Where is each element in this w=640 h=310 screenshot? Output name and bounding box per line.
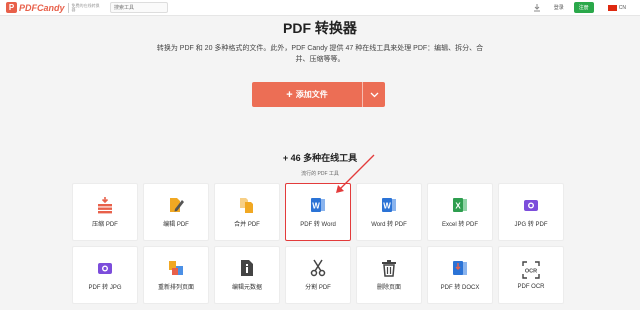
logo-icon: P xyxy=(6,2,17,13)
word-icon: W xyxy=(309,196,327,214)
tool-card-label: 重新排列页面 xyxy=(157,285,194,291)
svg-text:X: X xyxy=(455,202,461,211)
add-file-label: 添加文件 xyxy=(295,90,328,99)
logo[interactable]: P PDFCandy 免费的在线转换器 xyxy=(6,2,100,13)
tool-card-label: 分割 PDF xyxy=(305,285,331,291)
tool-card-label: 合并 PDF xyxy=(234,222,260,228)
tool-card-label: Word 转 PDF xyxy=(371,222,407,228)
tool-card-label: 压缩 PDF xyxy=(92,222,118,228)
tool-card[interactable]: 重新排列页面 xyxy=(143,246,209,304)
tool-card[interactable]: 分割 PDF xyxy=(285,246,351,304)
plus-icon: + xyxy=(286,88,293,101)
tools-heading: + 46 多种在线工具 xyxy=(282,153,358,163)
signup-button[interactable]: 注册 xyxy=(573,2,594,13)
download-icon[interactable] xyxy=(532,3,542,13)
image-icon xyxy=(96,259,114,277)
chevron-down-icon xyxy=(370,92,378,97)
tool-card[interactable]: JPG 转 PDF xyxy=(498,183,564,241)
tool-card[interactable]: 压缩 PDF xyxy=(72,183,138,241)
word-icon: W xyxy=(380,196,398,214)
svg-text:OCR: OCR xyxy=(525,268,537,274)
tool-card-label: PDF 转 DOCX xyxy=(440,285,480,291)
add-file-main[interactable]: + 添加文件 xyxy=(252,82,362,107)
svg-text:W: W xyxy=(383,202,391,211)
logo-tagline: 免费的在线转换器 xyxy=(71,2,100,12)
tool-card-label: 编辑 PDF xyxy=(163,222,189,228)
svg-text:W: W xyxy=(312,202,320,211)
tool-card-label: 编辑元数据 xyxy=(231,285,262,291)
logo-divider xyxy=(67,2,69,13)
tool-card[interactable]: PDF 转 JPG xyxy=(72,246,138,304)
info-icon xyxy=(238,259,256,277)
trash-icon xyxy=(380,259,398,277)
tool-card[interactable]: 合并 PDF xyxy=(214,183,280,241)
tools-subheading: 流行的 PDF 工具 xyxy=(301,171,339,177)
image-icon xyxy=(522,196,540,214)
add-file-dropdown[interactable] xyxy=(362,82,385,107)
merge-icon xyxy=(238,196,256,214)
docx-icon xyxy=(451,259,469,277)
tool-card[interactable]: 删除页面 xyxy=(356,246,422,304)
logo-text: PDFCandy xyxy=(19,2,65,13)
top-bar: P PDFCandy 免费的在线转换器 登录 注册 CN xyxy=(0,0,640,16)
add-file-button[interactable]: + 添加文件 xyxy=(252,82,385,107)
tools-grid: 压缩 PDF 编辑 PDF 合并 PDF W PDF 转 Word W Word 转 PDF… xyxy=(72,183,570,304)
tool-card[interactable]: 编辑元数据 xyxy=(214,246,280,304)
tool-card-label: PDF 转 JPG xyxy=(88,285,122,291)
tool-card[interactable]: 编辑 PDF xyxy=(143,183,209,241)
tool-card[interactable]: W PDF 转 Word xyxy=(285,183,351,241)
login-link[interactable]: 登录 xyxy=(554,4,564,11)
rearrange-icon xyxy=(167,259,185,277)
tool-card-label: PDF 转 Word xyxy=(300,222,336,228)
flag-icon[interactable] xyxy=(607,4,617,11)
tool-card-label: JPG 转 PDF xyxy=(514,222,548,228)
excel-icon: X xyxy=(451,196,469,214)
page-title: PDF 转换器 xyxy=(283,20,357,36)
tool-card[interactable]: PDF 转 DOCX xyxy=(427,246,493,304)
edit-icon xyxy=(167,196,185,214)
scissors-icon xyxy=(309,259,327,277)
search-input[interactable] xyxy=(110,2,168,13)
tool-card[interactable]: X Excel 转 PDF xyxy=(427,183,493,241)
tool-card[interactable]: W Word 转 PDF xyxy=(356,183,422,241)
tool-card-label: Excel 转 PDF xyxy=(441,222,478,228)
tool-card[interactable]: OCR PDF OCR xyxy=(498,246,564,304)
language-selector[interactable]: CN xyxy=(619,5,626,11)
page-description: 转换为 PDF 和 20 多种格式的文件。此外，PDF Candy 提供 47 … xyxy=(156,45,484,63)
tool-card-label: PDF OCR xyxy=(517,283,545,290)
compress-icon xyxy=(96,196,114,214)
tool-card-label: 删除页面 xyxy=(376,285,401,291)
ocr-icon: OCR xyxy=(522,260,540,279)
